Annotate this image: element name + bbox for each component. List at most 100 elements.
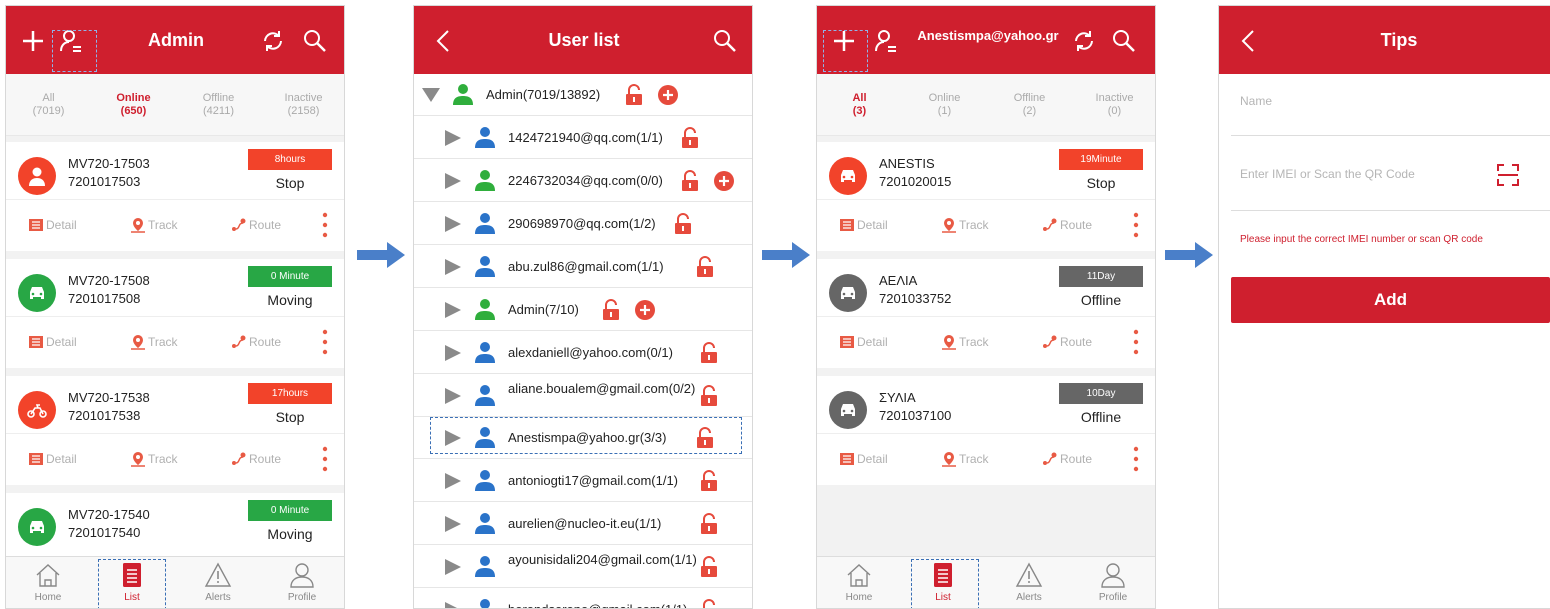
add-subuser-icon[interactable] — [714, 171, 735, 191]
add-button[interactable]: Add — [1231, 277, 1550, 323]
track-button[interactable]: Track — [941, 217, 989, 233]
user-tree-row[interactable]: alexdaniell@yahoo.com(0/1) — [414, 332, 752, 374]
user-tree-row[interactable]: aliane.boualem@gmail.com(0/2) — [414, 375, 752, 417]
route-button[interactable]: Route — [231, 334, 281, 350]
device-card[interactable]: MV720-17503 7201017503 8hours Stop Detai… — [6, 142, 344, 251]
search-icon[interactable] — [712, 28, 738, 54]
lock-icon[interactable] — [699, 599, 719, 609]
expand-triangle-icon[interactable] — [444, 516, 462, 532]
device-card[interactable]: ΑΕΛΙΑ 7201033752 11Day Offline Detail Tr… — [817, 259, 1155, 368]
tab-inactive[interactable]: Inactive (2158) — [261, 92, 344, 118]
expand-triangle-icon[interactable] — [444, 388, 462, 404]
tab-home[interactable]: Home — [18, 561, 78, 603]
name-input[interactable]: Name — [1231, 74, 1550, 136]
user-tree-row[interactable]: ayounisidali204@gmail.com(1/1) — [414, 546, 752, 588]
lock-icon[interactable] — [680, 170, 700, 192]
tab-online[interactable]: Online (1) — [902, 92, 987, 118]
detail-button[interactable]: Detail — [28, 334, 77, 350]
expand-triangle-icon[interactable] — [444, 302, 462, 318]
user-icon — [475, 213, 495, 234]
device-card[interactable]: ΣΥΛΙΑ 7201037100 10Day Offline Detail Tr… — [817, 376, 1155, 485]
more-icon[interactable] — [322, 210, 328, 240]
tab-all[interactable]: All (7019) — [6, 92, 91, 118]
user-tree-row[interactable]: abu.zul86@gmail.com(1/1) — [414, 246, 752, 288]
user-tree-row[interactable]: 2246732034@qq.com(0/0) — [414, 160, 752, 202]
tab-online[interactable]: Online (650) — [91, 92, 176, 118]
track-button[interactable]: Track — [130, 451, 178, 467]
more-icon[interactable] — [322, 327, 328, 357]
tab-inactive[interactable]: Inactive (0) — [1072, 92, 1155, 118]
lock-icon[interactable] — [699, 513, 719, 535]
user-list-icon[interactable] — [873, 28, 899, 54]
detail-button[interactable]: Detail — [839, 217, 888, 233]
collapse-triangle-icon[interactable] — [422, 87, 440, 103]
track-button[interactable]: Track — [130, 334, 178, 350]
track-button[interactable]: Track — [941, 334, 989, 350]
track-button[interactable]: Track — [941, 451, 989, 467]
lock-icon[interactable] — [673, 213, 693, 235]
tab-alerts[interactable]: Alerts — [188, 561, 248, 603]
qr-scan-icon[interactable] — [1496, 163, 1520, 187]
add-subuser-icon[interactable] — [658, 85, 678, 105]
user-tree-row[interactable]: 290698970@qq.com(1/2) — [414, 203, 752, 245]
user-tree-row[interactable]: Admin(7/10) — [414, 289, 752, 331]
expand-triangle-icon[interactable] — [444, 602, 462, 609]
user-tree-root[interactable]: Admin(7019/13892) — [414, 74, 752, 116]
more-icon[interactable] — [1133, 444, 1139, 474]
user-tree-row[interactable]: aurelien@nucleo-it.eu(1/1) — [414, 503, 752, 545]
route-button[interactable]: Route — [231, 451, 281, 467]
route-button[interactable]: Route — [231, 217, 281, 233]
tab-profile[interactable]: Profile — [272, 561, 332, 603]
lock-icon[interactable] — [624, 84, 644, 106]
device-state: Stop — [275, 409, 305, 425]
detail-button[interactable]: Detail — [28, 217, 77, 233]
track-button[interactable]: Track — [130, 217, 178, 233]
expand-triangle-icon[interactable] — [444, 216, 462, 232]
expand-triangle-icon[interactable] — [444, 259, 462, 275]
expand-triangle-icon[interactable] — [444, 173, 462, 189]
imei-input[interactable]: Enter IMEI or Scan the QR Code — [1231, 136, 1550, 211]
refresh-icon[interactable] — [1071, 28, 1097, 54]
lock-icon[interactable] — [601, 299, 621, 321]
tab-all[interactable]: All (3) — [817, 92, 902, 118]
route-button[interactable]: Route — [1042, 217, 1092, 233]
user-tree-row[interactable]: 1424721940@qq.com(1/1) — [414, 117, 752, 159]
device-name: MV720-17540 — [68, 507, 150, 522]
more-icon[interactable] — [1133, 210, 1139, 240]
detail-button[interactable]: Detail — [839, 334, 888, 350]
lock-icon[interactable] — [699, 342, 719, 364]
tab-alerts[interactable]: Alerts — [999, 561, 1059, 603]
device-card[interactable]: ANESTIS 7201020015 19Minute Stop Detail … — [817, 142, 1155, 251]
tab-offline[interactable]: Offline (2) — [987, 92, 1072, 118]
user-tree-row[interactable]: antoniogti17@gmail.com(1/1) — [414, 460, 752, 502]
tab-offline[interactable]: Offline (4211) — [176, 92, 261, 118]
expand-triangle-icon[interactable] — [444, 559, 462, 575]
tab-profile[interactable]: Profile — [1083, 561, 1143, 603]
expand-triangle-icon[interactable] — [444, 345, 462, 361]
device-card[interactable]: MV720-17508 7201017508 0 Minute Moving D… — [6, 259, 344, 368]
add-subuser-icon[interactable] — [635, 300, 656, 320]
device-imei: 7201017508 — [68, 291, 141, 306]
user-tree-row[interactable]: berendserene@gmail.com(1/1) — [414, 589, 752, 609]
detail-button[interactable]: Detail — [28, 451, 77, 467]
search-icon[interactable] — [1111, 28, 1137, 54]
lock-icon[interactable] — [699, 556, 719, 578]
more-icon[interactable] — [322, 444, 328, 474]
search-icon[interactable] — [302, 28, 328, 54]
lock-icon[interactable] — [699, 385, 719, 407]
add-icon[interactable] — [20, 28, 46, 54]
lock-icon[interactable] — [680, 127, 700, 149]
route-button[interactable]: Route — [1042, 334, 1092, 350]
expand-triangle-icon[interactable] — [444, 473, 462, 489]
refresh-icon[interactable] — [260, 28, 286, 54]
expand-triangle-icon[interactable] — [444, 130, 462, 146]
device-card[interactable]: MV720-17538 7201017538 17hours Stop Deta… — [6, 376, 344, 485]
more-icon[interactable] — [1133, 327, 1139, 357]
route-button[interactable]: Route — [1042, 451, 1092, 467]
lock-icon[interactable] — [695, 256, 715, 278]
back-icon[interactable] — [1237, 28, 1263, 54]
detail-button[interactable]: Detail — [839, 451, 888, 467]
tab-home[interactable]: Home — [829, 561, 889, 603]
back-icon[interactable] — [432, 28, 458, 54]
lock-icon[interactable] — [699, 470, 719, 492]
